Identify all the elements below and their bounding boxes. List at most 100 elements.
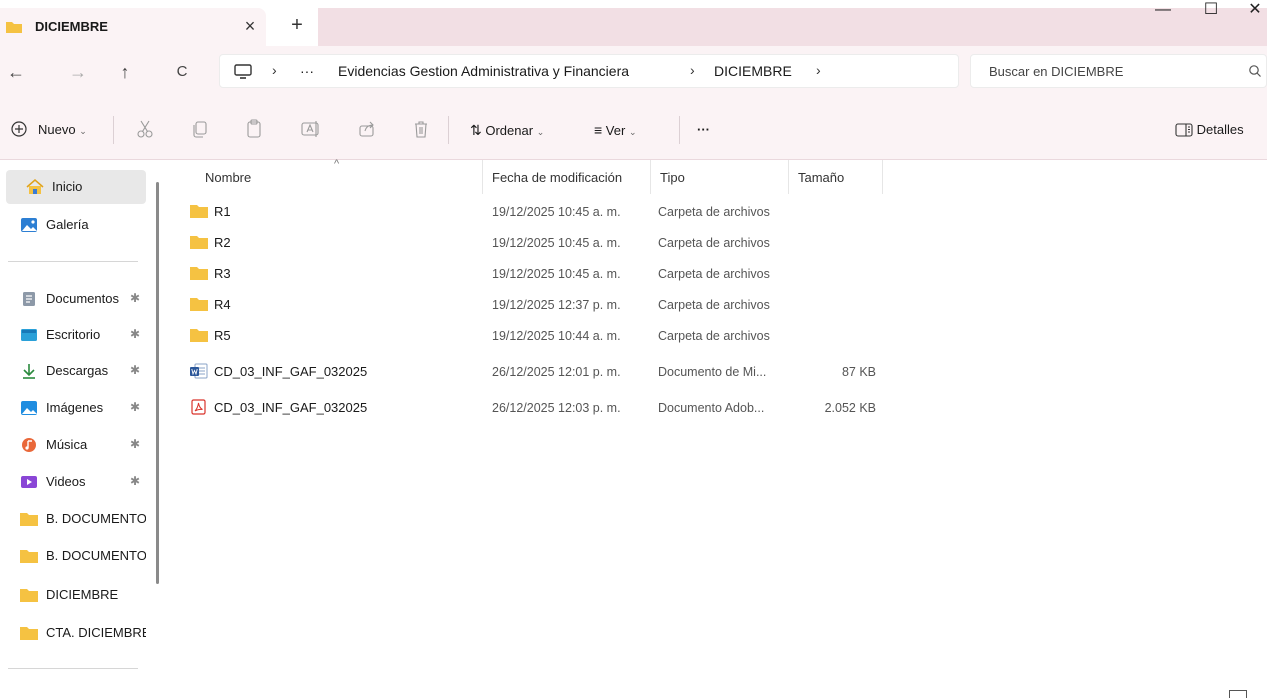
- column-header-name[interactable]: Nombre: [205, 170, 251, 185]
- sidebar-item-label: DICIEMBRE: [46, 587, 119, 602]
- file-type: Carpeta de archivos: [658, 205, 770, 219]
- up-button[interactable]: ↑: [111, 58, 139, 86]
- paste-icon[interactable]: [244, 118, 266, 140]
- sidebar-item-folder[interactable]: B. DOCUMENTOS: [0, 502, 152, 536]
- view-button[interactable]: ≡ Ver ⌄: [594, 120, 636, 140]
- file-list: ^ Nombre Fecha de modificación Tipo Tama…: [166, 158, 1267, 698]
- breadcrumb-item[interactable]: DICIEMBRE: [714, 63, 792, 79]
- file-type: Carpeta de archivos: [658, 298, 770, 312]
- tab-close-button[interactable]: ×: [238, 14, 262, 38]
- file-name: R4: [214, 297, 231, 312]
- computer-icon: [234, 64, 252, 79]
- divider: [113, 116, 114, 144]
- pin-icon: ✱: [130, 327, 141, 341]
- maximize-button[interactable]: ☐: [1196, 0, 1226, 20]
- sidebar-item-label: Descargas: [46, 363, 109, 378]
- documents-icon: [23, 292, 35, 306]
- file-row[interactable]: R2 19/12/2025 10:45 a. m. Carpeta de arc…: [186, 231, 886, 257]
- column-header-date[interactable]: Fecha de modificación: [492, 170, 622, 185]
- new-button[interactable]: Nuevo ⌄: [38, 120, 87, 140]
- chevron-down-icon: ⌄: [536, 127, 545, 137]
- pin-icon: ✱: [130, 291, 141, 305]
- sidebar-item-videos[interactable]: Videos ✱: [0, 465, 152, 499]
- share-icon[interactable]: [356, 118, 378, 140]
- sidebar-item-folder[interactable]: CTA. DICIEMBRE: [0, 616, 152, 650]
- file-row[interactable]: R1 19/12/2025 10:45 a. m. Carpeta de arc…: [186, 200, 886, 226]
- file-date: 26/12/2025 12:03 p. m.: [492, 401, 621, 415]
- close-window-button[interactable]: ✕: [1240, 0, 1267, 20]
- rename-icon[interactable]: [299, 118, 321, 140]
- file-type: Documento Adob...: [658, 401, 765, 415]
- sidebar-item-label: Documentos: [46, 291, 119, 306]
- column-divider[interactable]: [482, 160, 483, 194]
- file-row[interactable]: R5 19/12/2025 10:44 a. m. Carpeta de arc…: [186, 324, 886, 350]
- file-name: R5: [214, 328, 231, 343]
- sort-icon: ⇅: [470, 122, 482, 138]
- forward-button[interactable]: →: [64, 58, 92, 86]
- file-row[interactable]: CD_03_INF_GAF_032025 26/12/2025 12:01 p.…: [186, 360, 886, 386]
- navigation-pane: Inicio Galería Documentos ✱ Escritorio ✱…: [0, 160, 166, 698]
- column-header-size[interactable]: Tamaño: [798, 170, 844, 185]
- divider: [448, 116, 449, 144]
- breadcrumb-separator: ›: [272, 62, 277, 78]
- search-input[interactable]: Buscar en DICIEMBRE: [970, 54, 1267, 88]
- sidebar-item-label: Escritorio: [46, 327, 101, 342]
- pin-icon: ✱: [130, 363, 141, 377]
- copy-icon[interactable]: [189, 118, 211, 140]
- breadcrumb-separator[interactable]: ›: [816, 62, 821, 78]
- chevron-down-icon: ⌄: [628, 127, 637, 137]
- file-row[interactable]: R4 19/12/2025 12:37 p. m. Carpeta de arc…: [186, 293, 886, 319]
- column-divider[interactable]: [882, 160, 883, 194]
- search-icon: [1249, 65, 1261, 77]
- address-row: ← → ↑ C › ··· Evidencias Gestion Adminis…: [0, 46, 1267, 98]
- more-options-button[interactable]: ···: [697, 120, 710, 140]
- back-button[interactable]: ←: [2, 58, 30, 86]
- folder-icon: [20, 550, 38, 563]
- breadcrumb-item[interactable]: Evidencias Gestion Administrativa y Fina…: [338, 63, 629, 79]
- address-bar[interactable]: › ··· Evidencias Gestion Administrativa …: [219, 54, 959, 88]
- downloads-icon: [23, 364, 35, 379]
- pin-icon: ✱: [130, 400, 141, 414]
- sidebar-item-galeria[interactable]: Galería: [0, 208, 152, 242]
- sidebar-item-imagenes[interactable]: Imágenes ✱: [0, 391, 152, 425]
- gallery-icon: [21, 218, 37, 232]
- desktop-icon: [21, 329, 37, 341]
- chevron-down-icon: ⌄: [79, 126, 87, 136]
- plus-circle-icon: [11, 121, 27, 137]
- sidebar-item-folder[interactable]: DICIEMBRE: [0, 578, 152, 612]
- new-label: Nuevo: [38, 122, 76, 137]
- view-toggle-icon[interactable]: [1229, 690, 1247, 698]
- sidebar-item-inicio[interactable]: Inicio: [6, 170, 146, 204]
- sidebar-item-descargas[interactable]: Descargas ✱: [0, 354, 152, 388]
- file-row[interactable]: R3 19/12/2025 10:45 a. m. Carpeta de arc…: [186, 262, 886, 288]
- tab-strip: [318, 8, 1267, 46]
- sidebar-item-documentos[interactable]: Documentos ✱: [0, 282, 152, 316]
- tab-title: DICIEMBRE: [35, 19, 108, 34]
- column-header-type[interactable]: Tipo: [660, 170, 685, 185]
- breadcrumb-more[interactable]: ···: [300, 63, 314, 79]
- search-placeholder: Buscar en DICIEMBRE: [989, 64, 1124, 79]
- folder-icon: [190, 329, 208, 342]
- column-divider[interactable]: [788, 160, 789, 194]
- folder-icon: [20, 627, 38, 640]
- sidebar-scrollbar[interactable]: [156, 182, 159, 584]
- trash-icon[interactable]: [410, 118, 432, 140]
- details-button[interactable]: Detalles: [1175, 120, 1244, 140]
- sidebar-item-musica[interactable]: Música ✱: [0, 428, 152, 462]
- column-divider[interactable]: [650, 160, 651, 194]
- file-name: CD_03_INF_GAF_032025: [214, 400, 368, 415]
- sidebar-item-label: Inicio: [52, 179, 83, 194]
- home-icon: [26, 179, 44, 194]
- new-tab-button[interactable]: +: [284, 12, 310, 38]
- refresh-button[interactable]: C: [168, 58, 196, 86]
- sort-label: Ordenar: [485, 123, 534, 138]
- cut-icon[interactable]: [134, 118, 156, 140]
- minimize-button[interactable]: —: [1148, 0, 1178, 20]
- sidebar-item-escritorio[interactable]: Escritorio ✱: [0, 318, 152, 352]
- sidebar-item-folder[interactable]: B. DOCUMENTOS: [0, 539, 152, 573]
- file-name: R1: [214, 204, 231, 219]
- tab-diciembre[interactable]: DICIEMBRE ×: [0, 8, 266, 46]
- file-row[interactable]: CD_03_INF_GAF_032025 26/12/2025 12:03 p.…: [186, 396, 886, 422]
- sort-button[interactable]: ⇅ Ordenar ⌄: [470, 120, 544, 140]
- file-type: Carpeta de archivos: [658, 236, 770, 250]
